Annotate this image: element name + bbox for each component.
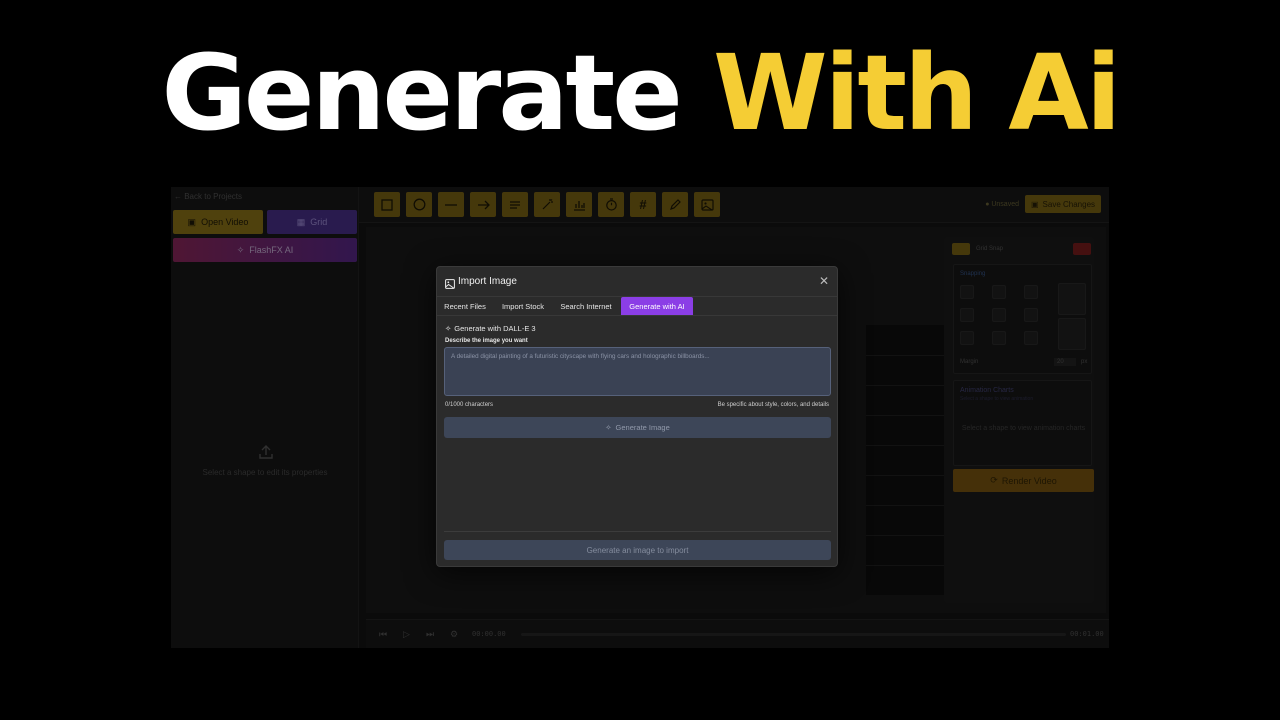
prompt-hint: Be specific about style, colors, and det… bbox=[717, 402, 829, 408]
headline-part1: Generate bbox=[161, 32, 683, 154]
sparkle-icon: ✧ bbox=[445, 324, 452, 333]
import-button[interactable]: Generate an image to import bbox=[444, 540, 831, 560]
image-icon bbox=[445, 276, 455, 289]
generate-image-button[interactable]: ✧ Generate Image bbox=[444, 417, 831, 438]
import-image-modal: Import Image ✕ Recent Files Import Stock… bbox=[436, 266, 838, 567]
generate-header: ✧ Generate with DALL-E 3 bbox=[445, 324, 536, 333]
import-tabs: Recent Files Import Stock Search Interne… bbox=[437, 297, 837, 316]
generate-image-label: Generate Image bbox=[615, 423, 670, 432]
headline-part2: With Ai bbox=[712, 32, 1121, 154]
generate-header-label: Generate with DALL-E 3 bbox=[454, 324, 536, 333]
prompt-textarea[interactable]: A detailed digital painting of a futuris… bbox=[444, 347, 831, 396]
modal-title: Import Image bbox=[458, 276, 517, 287]
divider bbox=[444, 531, 831, 532]
tab-recent-files[interactable]: Recent Files bbox=[439, 297, 491, 315]
tab-import-stock[interactable]: Import Stock bbox=[495, 297, 551, 315]
headline: Generate With Ai bbox=[0, 28, 1280, 158]
tab-generate-with-ai[interactable]: Generate with AI bbox=[621, 297, 693, 315]
close-icon[interactable]: ✕ bbox=[819, 274, 829, 288]
character-count: 0/1000 characters bbox=[445, 402, 494, 408]
sparkle-icon: ✧ bbox=[605, 423, 612, 432]
modal-header: Import Image ✕ bbox=[437, 267, 837, 297]
tab-search-internet[interactable]: Search Internet bbox=[555, 297, 617, 315]
describe-label: Describe the image you want bbox=[445, 338, 528, 344]
